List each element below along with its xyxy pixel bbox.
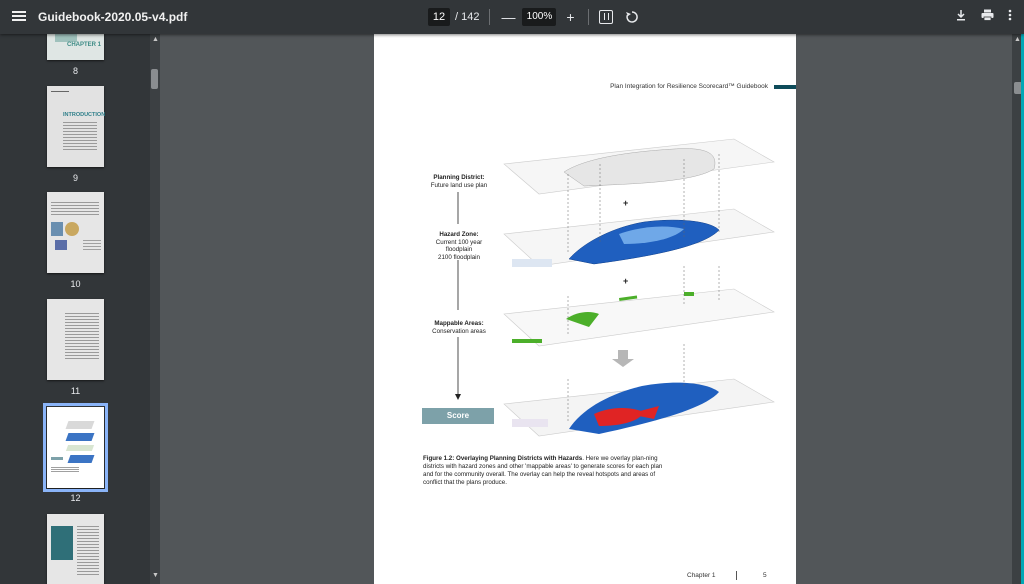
fit-to-page-icon[interactable] — [599, 10, 614, 24]
zoom-in-button[interactable]: + — [562, 9, 578, 25]
plus-icon: + — [623, 198, 628, 208]
thumbnail-page-11[interactable] — [47, 299, 104, 380]
thumb-text — [63, 122, 97, 152]
toolbar-actions — [955, 9, 1012, 21]
thumbnail-number: 12 — [70, 493, 81, 503]
thumb-map-layer — [65, 445, 95, 451]
thumb-intro-label: INTRODUCTION — [63, 112, 106, 118]
plus-icon: + — [623, 276, 628, 286]
label-sub: Conservation areas — [432, 327, 486, 335]
thumb-map-layer — [67, 455, 95, 463]
thumb-image — [51, 222, 63, 236]
footer-page-number: 5 — [763, 572, 767, 579]
label-title: Hazard Zone: — [439, 231, 479, 238]
sidebar-scrollbar[interactable] — [150, 34, 160, 584]
scroll-up-arrow-icon[interactable]: ▲ — [1014, 36, 1021, 43]
mappable-legend — [512, 339, 542, 343]
download-icon[interactable] — [955, 9, 967, 21]
print-icon[interactable] — [981, 9, 994, 21]
thumbnail-page-9[interactable]: INTRODUCTION — [47, 86, 106, 167]
label-sub: Current 100 year — [435, 238, 483, 246]
caption-title: Figure 1.2: Overlaying Planning District… — [423, 455, 583, 462]
footer-chapter: Chapter 1 — [687, 572, 716, 579]
thumbnail-number: 11 — [70, 386, 81, 396]
score-box: Score — [422, 408, 494, 424]
thumbnail-page-10[interactable] — [47, 192, 104, 273]
thumbnail-number: 9 — [72, 173, 78, 183]
pdf-page: Plan Integration for Resilience Scorecar… — [374, 34, 796, 584]
divider — [489, 9, 491, 25]
mappable-areas-label: Mappable Areas: Conservation areas — [424, 320, 494, 335]
page-number-input[interactable]: 12 — [428, 8, 450, 26]
thumb-text — [51, 467, 79, 473]
thumb-chapter-label: CHAPTER 1 — [66, 42, 101, 48]
thumb-text — [65, 313, 99, 359]
thumb-score — [51, 457, 63, 460]
thumb-sidebar-block — [51, 526, 73, 560]
label-sub: 2100 floodplain — [438, 253, 480, 261]
planning-map — [563, 148, 716, 187]
thumbnail-sidebar: CHAPTER 1 8 INTRODUCTION 9 10 11 12 — [0, 34, 160, 584]
thumb-text — [83, 240, 101, 250]
page-zoom-controls: 12 / 142 — 100% + — [428, 8, 639, 26]
zoom-out-button[interactable]: — — [500, 9, 516, 25]
thumb-line — [51, 91, 69, 92]
thumb-graphic — [55, 34, 77, 42]
label-title: Mappable Areas: — [434, 320, 484, 327]
result-legend — [512, 419, 548, 427]
thumbnail-number: 10 — [70, 279, 81, 289]
overlay-diagram: + + — [455, 138, 775, 437]
figure-caption: Figure 1.2: Overlaying Planning District… — [423, 455, 668, 487]
scroll-down-arrow-icon[interactable]: ▼ — [152, 572, 159, 579]
thumb-text — [51, 202, 99, 216]
planning-district-label: Planning District: Future land use plan — [424, 174, 494, 189]
thumb-map-layer — [65, 421, 95, 429]
overlay-arrow — [612, 350, 634, 367]
menu-icon[interactable] — [12, 9, 26, 25]
thumbnail-number: 8 — [72, 66, 78, 76]
more-options-icon[interactable] — [1008, 9, 1012, 21]
hazard-zone-label: Hazard Zone: Current 100 year floodplain… — [424, 231, 494, 261]
hazard-legend — [512, 259, 552, 267]
thumbnail-page-12[interactable] — [43, 403, 108, 492]
thumb-image — [55, 240, 67, 250]
divider — [588, 9, 590, 25]
page-total: / 142 — [455, 11, 480, 23]
thumbnail-page-8[interactable]: CHAPTER 1 — [47, 34, 104, 60]
footer-divider — [736, 571, 737, 580]
thumbnail-page-13[interactable] — [47, 514, 104, 584]
sidebar-scroll-thumb[interactable] — [151, 69, 158, 89]
thumb-image — [65, 222, 79, 236]
mappable-layer-plane — [503, 288, 775, 347]
rotate-icon[interactable] — [625, 10, 639, 24]
file-title: Guidebook-2020.05-v4.pdf — [38, 10, 188, 24]
flow-arrowhead — [455, 394, 461, 400]
zoom-level-input[interactable]: 100% — [522, 8, 557, 26]
scroll-up-arrow-icon[interactable]: ▲ — [152, 36, 159, 43]
pdf-toolbar: Guidebook-2020.05-v4.pdf 12 / 142 — 100%… — [0, 0, 1024, 34]
label-title: Planning District: — [433, 174, 485, 181]
conservation-area — [684, 292, 694, 296]
thumb-map-layer — [65, 433, 95, 441]
thumb-text — [77, 526, 99, 576]
label-sub: Future land use plan — [430, 181, 488, 189]
label-sub: floodplain — [445, 246, 473, 253]
